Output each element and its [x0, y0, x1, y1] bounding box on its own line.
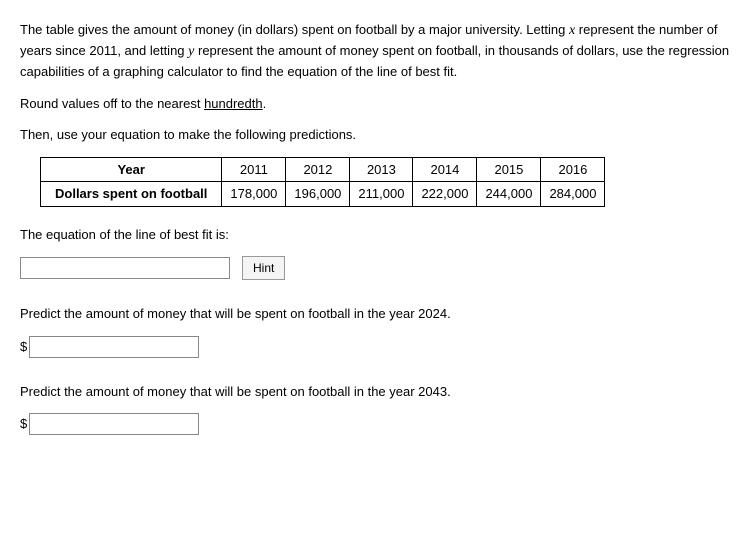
- predict-2024-block: Predict the amount of money that will be…: [20, 304, 732, 358]
- intro-paragraph-2: Round values off to the nearest hundredt…: [20, 94, 732, 114]
- table-header-year: Year: [41, 157, 222, 182]
- table-cell: 2016: [541, 157, 605, 182]
- hint-button[interactable]: Hint: [242, 256, 285, 280]
- table-cell: 178,000: [222, 182, 286, 207]
- data-table: Year 2011 2012 2013 2014 2015 2016 Dolla…: [40, 157, 605, 207]
- predict-2043-input[interactable]: [29, 413, 199, 435]
- predict-2043-label: Predict the amount of money that will be…: [20, 382, 732, 402]
- table-header-dollars: Dollars spent on football: [41, 182, 222, 207]
- intro-paragraph-1: The table gives the amount of money (in …: [20, 20, 732, 82]
- table-cell: 2015: [477, 157, 541, 182]
- table-cell: 2012: [286, 157, 350, 182]
- predict-2024-label: Predict the amount of money that will be…: [20, 304, 732, 324]
- equation-input[interactable]: [20, 257, 230, 279]
- intro-text-2b: .: [263, 96, 267, 111]
- predict-2043-block: Predict the amount of money that will be…: [20, 382, 732, 436]
- table-cell: 2013: [350, 157, 413, 182]
- intro-paragraph-3: Then, use your equation to make the foll…: [20, 125, 732, 145]
- intro-text-2a: Round values off to the nearest: [20, 96, 204, 111]
- predict-2024-input[interactable]: [29, 336, 199, 358]
- dollar-prefix: $: [20, 414, 27, 434]
- equation-label: The equation of the line of best fit is:: [20, 225, 732, 245]
- equation-block: The equation of the line of best fit is:…: [20, 225, 732, 281]
- table-cell: 2011: [222, 157, 286, 182]
- intro-text-2-underlined: hundredth: [204, 96, 263, 111]
- table-cell: 2014: [413, 157, 477, 182]
- table-row-years: Year 2011 2012 2013 2014 2015 2016: [41, 157, 605, 182]
- table-cell: 196,000: [286, 182, 350, 207]
- intro-text-1a: The table gives the amount of money (in …: [20, 22, 569, 37]
- table-cell: 284,000: [541, 182, 605, 207]
- table-cell: 211,000: [350, 182, 413, 207]
- dollar-prefix: $: [20, 337, 27, 357]
- table-row-values: Dollars spent on football 178,000 196,00…: [41, 182, 605, 207]
- table-cell: 244,000: [477, 182, 541, 207]
- table-cell: 222,000: [413, 182, 477, 207]
